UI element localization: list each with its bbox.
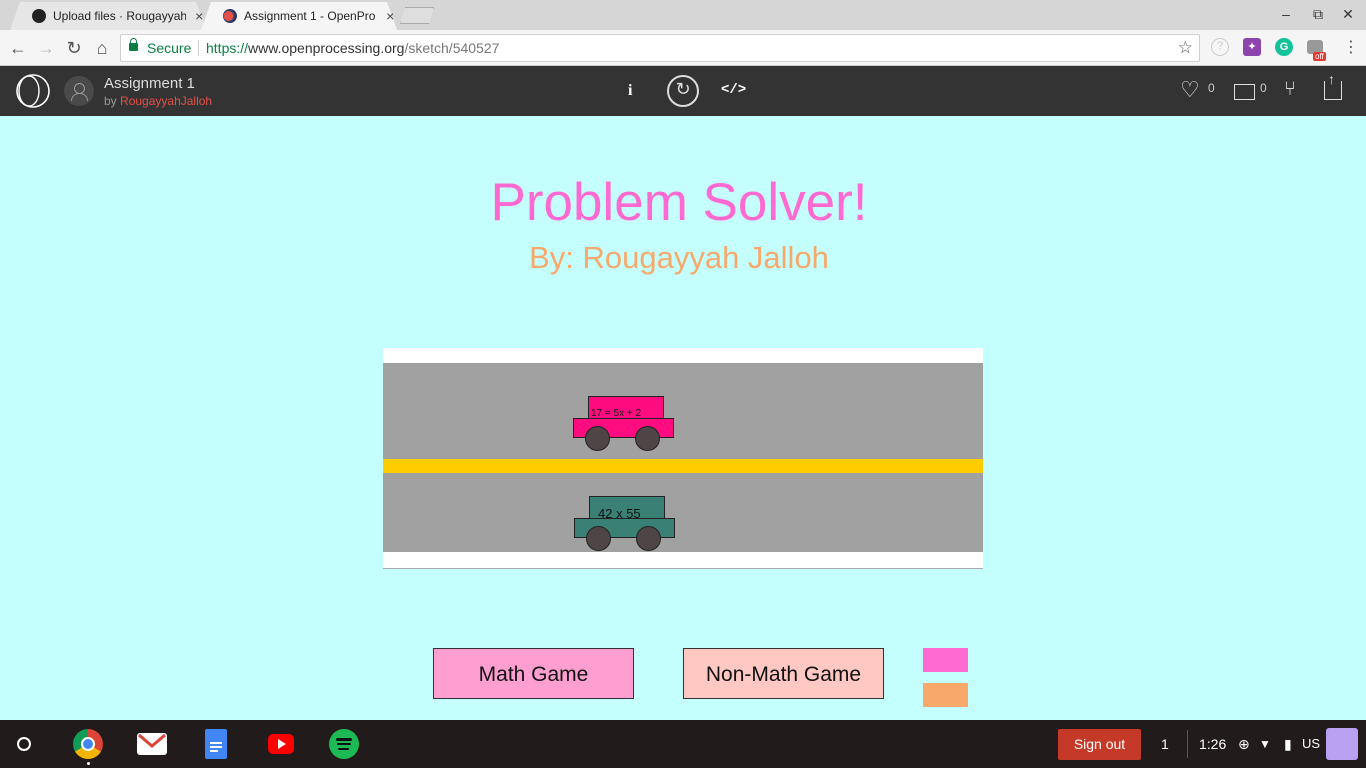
restore-icon[interactable]: ⧉ bbox=[1310, 6, 1326, 23]
car-wheel bbox=[636, 526, 661, 551]
new-tab-button[interactable] bbox=[400, 7, 434, 24]
sketch-subtitle: By: Rougayyah Jalloh bbox=[529, 240, 829, 275]
openprocessing-logo-icon[interactable] bbox=[15, 74, 51, 108]
car-bottom[interactable]: 42 x 55 bbox=[574, 496, 676, 551]
launcher-icon[interactable] bbox=[17, 737, 31, 751]
minimize-icon[interactable]: – bbox=[1278, 6, 1294, 22]
browser-menu-icon[interactable]: ⋮ bbox=[1343, 37, 1359, 57]
extension-puzzle-icon[interactable]: ✦ bbox=[1243, 38, 1261, 56]
restart-button[interactable]: ↻ bbox=[667, 75, 699, 107]
color-swatch-orange[interactable] bbox=[923, 683, 968, 707]
help-circle-icon[interactable]: ? bbox=[1211, 38, 1229, 56]
sync-icon: ⊕ bbox=[1238, 736, 1250, 752]
comment-icon[interactable] bbox=[1234, 84, 1255, 100]
chrome-running-indicator bbox=[87, 762, 90, 765]
road-scene: 17 = 5x + 2 42 x 55 bbox=[383, 348, 983, 569]
code-icon[interactable]: </> bbox=[721, 82, 746, 98]
info-icon[interactable]: i bbox=[628, 82, 632, 100]
car-wheel bbox=[635, 426, 660, 451]
chromeos-shelf: Sign out 1 1:26 ⊕ ▼ ▮ US bbox=[0, 720, 1366, 768]
google-docs-icon[interactable] bbox=[205, 729, 227, 759]
close-tab-icon[interactable]: × bbox=[383, 8, 397, 24]
gmail-icon[interactable] bbox=[137, 733, 167, 755]
car-wheel bbox=[585, 426, 610, 451]
secure-label: Secure bbox=[147, 40, 192, 56]
close-tab-icon[interactable]: × bbox=[192, 8, 206, 24]
github-icon bbox=[32, 9, 46, 23]
heart-icon[interactable]: ♡ bbox=[1180, 78, 1200, 102]
car-equation-label: 42 x 55 bbox=[598, 506, 641, 521]
sketch-canvas[interactable]: Problem Solver! By: Rougayyah Jalloh 17 … bbox=[0, 116, 1366, 720]
car-top[interactable]: 17 = 5x + 2 bbox=[573, 396, 675, 451]
browser-tab-strip: Upload files · Rougayyah × Assignment 1 … bbox=[0, 0, 1366, 30]
omnibox-divider bbox=[198, 40, 199, 56]
car-wheel bbox=[586, 526, 611, 551]
tab-title: Assignment 1 - OpenPro bbox=[244, 9, 376, 23]
notification-count[interactable]: 1 bbox=[1161, 736, 1169, 752]
tab-upload-files[interactable]: Upload files · Rougayyah × bbox=[10, 2, 206, 30]
sketch-heading: Problem Solver! bbox=[490, 173, 868, 232]
openprocessing-header: Assignment 1 by RougayyahJalloh i ↻ </> … bbox=[0, 66, 1366, 116]
sketch-title: Assignment 1 bbox=[104, 75, 195, 92]
grammarly-icon[interactable]: G bbox=[1275, 38, 1293, 56]
wifi-icon: ▼ bbox=[1259, 737, 1271, 751]
clock[interactable]: 1:26 bbox=[1199, 736, 1226, 752]
tray-divider bbox=[1187, 730, 1188, 758]
address-bar[interactable]: Secure https://www.openprocessing.org/sk… bbox=[120, 34, 1200, 62]
fork-icon[interactable]: ⑂ bbox=[1284, 78, 1296, 101]
math-game-button[interactable]: Math Game bbox=[433, 648, 634, 699]
user-avatar-icon[interactable] bbox=[64, 76, 94, 106]
battery-icon: ▮ bbox=[1284, 736, 1292, 752]
back-icon[interactable]: ← bbox=[7, 37, 29, 59]
comments-count: 0 bbox=[1260, 81, 1267, 95]
reload-icon[interactable]: ↻ bbox=[63, 37, 85, 59]
lock-icon bbox=[129, 38, 138, 51]
extension-off-badge: off bbox=[1313, 52, 1326, 61]
bookmark-star-icon[interactable]: ☆ bbox=[1178, 35, 1193, 61]
openprocessing-favicon-icon bbox=[223, 9, 237, 23]
chrome-icon[interactable] bbox=[73, 729, 103, 759]
browser-toolbar: ← → ↻ ⌂ Secure https://www.openprocessin… bbox=[0, 30, 1366, 66]
close-window-icon[interactable]: ✕ bbox=[1340, 6, 1356, 23]
color-swatch-pink[interactable] bbox=[923, 648, 968, 672]
non-math-game-button[interactable]: Non-Math Game bbox=[683, 648, 884, 699]
share-icon[interactable] bbox=[1324, 71, 1342, 100]
home-icon[interactable]: ⌂ bbox=[91, 37, 113, 59]
tab-title: Upload files · Rougayyah bbox=[53, 9, 187, 23]
car-equation-label: 17 = 5x + 2 bbox=[591, 408, 642, 419]
sign-out-button[interactable]: Sign out bbox=[1058, 729, 1141, 760]
user-account-avatar[interactable] bbox=[1326, 728, 1358, 760]
forward-icon[interactable]: → bbox=[35, 37, 57, 59]
youtube-icon[interactable] bbox=[268, 734, 294, 754]
url-text[interactable]: https://www.openprocessing.org/sketch/54… bbox=[206, 35, 499, 61]
sketch-byline: by RougayyahJalloh bbox=[104, 94, 213, 108]
restart-icon: ↻ bbox=[675, 79, 691, 99]
author-link[interactable]: RougayyahJalloh bbox=[120, 94, 212, 108]
tab-assignment-1[interactable]: Assignment 1 - OpenPro × bbox=[201, 2, 397, 30]
likes-count: 0 bbox=[1208, 81, 1215, 95]
road: 17 = 5x + 2 42 x 55 bbox=[383, 363, 983, 552]
spotify-icon[interactable] bbox=[329, 729, 359, 759]
input-method-label[interactable]: US bbox=[1302, 736, 1320, 751]
road-center-line bbox=[383, 459, 983, 473]
